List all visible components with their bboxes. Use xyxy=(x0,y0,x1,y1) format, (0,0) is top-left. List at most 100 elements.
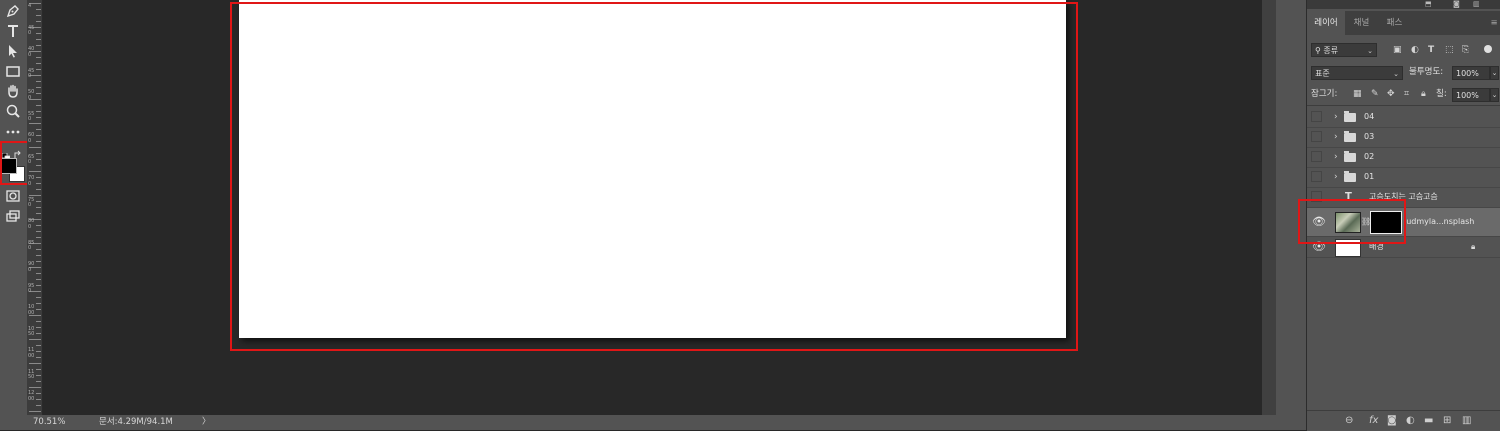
image-filter-icon[interactable]: ▣ xyxy=(1393,44,1402,56)
layer-row-photo[interactable]: 👁︎ ⛓ ludmyla...nsplash xyxy=(1307,208,1500,237)
delete-layer-icon[interactable]: ▥ xyxy=(1462,414,1471,428)
blend-mode-select[interactable]: 표준 ⌄ xyxy=(1311,66,1403,80)
layer-row-group-04[interactable]: › 04 xyxy=(1307,107,1500,128)
zoom-level[interactable]: 70.51% xyxy=(33,415,65,430)
layer-row-group-02[interactable]: › 02 xyxy=(1307,147,1500,168)
default-colors-icon[interactable] xyxy=(1,146,11,162)
ruler-tick xyxy=(36,153,41,154)
tab-channels[interactable]: 채널 xyxy=(1345,11,1378,35)
ruler-number: 600 xyxy=(28,132,35,144)
lock-transparent-icon[interactable]: ▦ xyxy=(1353,88,1362,100)
layer-row-group-01[interactable]: › 01 xyxy=(1307,167,1500,188)
lock-image-icon[interactable]: ✎ xyxy=(1371,88,1379,100)
visibility-toggle[interactable] xyxy=(1311,151,1322,162)
status-menu-arrow[interactable]: 〉 xyxy=(202,415,211,430)
ruler-tick xyxy=(36,375,41,376)
ruler-tick xyxy=(29,147,41,148)
ruler-tick xyxy=(29,339,41,340)
ruler-tick xyxy=(36,231,41,232)
rectangle-tool-icon[interactable] xyxy=(3,62,23,80)
fill-input[interactable]: 100% xyxy=(1452,88,1490,102)
ruler-tick xyxy=(36,177,41,178)
lock-artboard-icon[interactable]: ⌗ xyxy=(1404,88,1409,100)
foreground-color-swatch[interactable] xyxy=(1,158,17,174)
pen-tool-icon[interactable] xyxy=(3,2,23,20)
ruler-tick xyxy=(29,363,41,364)
layer-mask-thumbnail[interactable] xyxy=(1370,211,1402,234)
zoom-tool-icon[interactable] xyxy=(3,102,23,120)
ruler-tick xyxy=(36,303,41,304)
quick-mask-icon[interactable] xyxy=(3,187,23,205)
chevron-down-icon: ⌄ xyxy=(1393,70,1399,78)
ruler-tick xyxy=(29,387,41,388)
swap-colors-icon[interactable] xyxy=(13,145,23,158)
type-tool-icon[interactable] xyxy=(3,22,23,40)
expand-arrow-icon[interactable]: › xyxy=(1334,107,1338,127)
opacity-chevron-icon[interactable]: ⌄ xyxy=(1490,66,1499,80)
ruler-tick xyxy=(36,309,41,310)
visibility-toggle[interactable] xyxy=(1311,111,1322,122)
smart-object-filter-icon[interactable]: ⎘ xyxy=(1462,44,1469,56)
add-mask-icon[interactable]: ◙ xyxy=(1387,414,1397,428)
ruler-number: 650 xyxy=(28,153,35,165)
adjustment-filter-icon[interactable]: ◐ xyxy=(1411,44,1419,56)
trash-top-icon[interactable]: ▥ xyxy=(1473,0,1480,8)
ruler-tick xyxy=(36,69,41,70)
new-group-icon[interactable]: ▬ xyxy=(1424,414,1433,428)
visibility-toggle[interactable] xyxy=(1311,171,1322,182)
layers-panel: ⬒ ◙ ▥ 레이어 채널 패스 ≡ ⚲ 종류 ⌄ ▣ ◐ T ⬚ ⎘ 표준 ⌄ … xyxy=(1298,0,1500,431)
shape-filter-icon[interactable]: ⬚ xyxy=(1445,44,1454,56)
export-icon[interactable]: ⬒ xyxy=(1425,0,1432,8)
link-layers-icon[interactable]: ⊖ xyxy=(1345,414,1353,428)
filter-toggle-icon[interactable] xyxy=(1484,45,1492,53)
status-bar: 70.51% 문서:4.29M/94.1M 〉 xyxy=(27,415,1276,430)
ruler-tick xyxy=(36,33,41,34)
lock-all-icon[interactable]: 🔒︎ xyxy=(1421,88,1426,100)
fx-icon[interactable]: fx xyxy=(1369,414,1378,428)
ruler-tick xyxy=(36,165,41,166)
vertical-scrollbar[interactable] xyxy=(1262,0,1276,415)
type-filter-icon[interactable]: T xyxy=(1428,44,1434,56)
more-tools-icon[interactable] xyxy=(3,122,23,140)
fill-chevron-icon[interactable]: ⌄ xyxy=(1490,88,1499,102)
ruler-number: 800 xyxy=(28,218,35,230)
path-selection-tool-icon[interactable] xyxy=(3,42,23,60)
camera-icon[interactable]: ◙ xyxy=(1453,0,1460,8)
eye-icon[interactable]: 👁︎ xyxy=(1312,209,1326,235)
ruler-tick xyxy=(36,333,41,334)
document-canvas[interactable] xyxy=(239,0,1066,338)
expand-arrow-icon[interactable]: › xyxy=(1334,127,1338,147)
opacity-input[interactable]: 100% xyxy=(1452,66,1490,80)
fill-label: 칠: xyxy=(1436,89,1447,99)
expand-arrow-icon[interactable]: › xyxy=(1334,147,1338,167)
tab-layers[interactable]: 레이어 xyxy=(1307,11,1345,35)
ruler-tick xyxy=(36,345,41,346)
ruler-tick xyxy=(36,321,41,322)
layer-row-group-03[interactable]: › 03 xyxy=(1307,127,1500,148)
ruler-tick xyxy=(36,57,41,58)
screen-mode-icon[interactable] xyxy=(3,207,23,225)
folder-icon xyxy=(1344,151,1356,162)
ruler-number: 750 xyxy=(28,196,35,208)
layer-row-text[interactable]: T 고슴도치는 고슴고슴 xyxy=(1307,187,1500,208)
ruler-tick xyxy=(36,297,41,298)
ruler-number: 1000 xyxy=(28,304,35,316)
expand-arrow-icon[interactable]: › xyxy=(1334,167,1338,187)
visibility-toggle[interactable] xyxy=(1311,191,1322,202)
layers-panel-footer: ⊖ fx ◙ ◐ ▬ ⊞ ▥ xyxy=(1307,410,1500,431)
hand-tool-icon[interactable] xyxy=(3,82,23,100)
ruler-number: 850 xyxy=(28,239,35,251)
folder-icon xyxy=(1344,111,1356,122)
layer-row-background[interactable]: 👁︎ 배경 🔒︎ xyxy=(1307,237,1500,258)
panel-menu-icon[interactable]: ≡ xyxy=(1488,11,1500,35)
eye-icon[interactable]: 👁︎ xyxy=(1312,238,1326,256)
ruler-tick xyxy=(36,15,41,16)
new-layer-icon[interactable]: ⊞ xyxy=(1443,414,1451,428)
tab-paths[interactable]: 패스 xyxy=(1378,11,1411,35)
lock-position-icon[interactable]: ✥ xyxy=(1387,88,1395,100)
visibility-toggle[interactable] xyxy=(1311,131,1322,142)
divider xyxy=(1307,105,1500,106)
layer-filter-select[interactable]: ⚲ 종류 ⌄ xyxy=(1311,43,1377,57)
adjustment-layer-icon[interactable]: ◐ xyxy=(1406,414,1415,428)
layer-name: 02 xyxy=(1364,152,1375,161)
